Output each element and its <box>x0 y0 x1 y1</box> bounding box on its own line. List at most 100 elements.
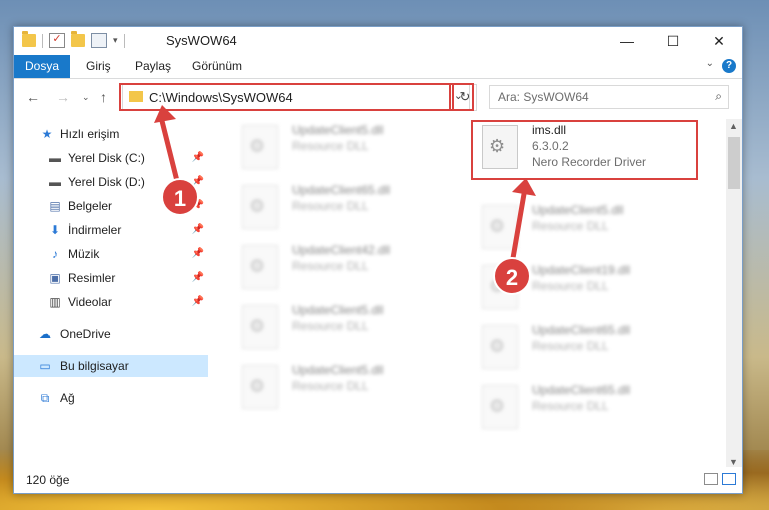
title-bar: ✓ ▾ SysWOW64 — ☐ ✕ <box>14 27 742 55</box>
sidebar-item-onedrive[interactable]: ☁ OneDrive <box>14 323 208 345</box>
video-icon: ▥ <box>49 295 61 309</box>
sidebar-item-label: Videolar <box>68 295 112 309</box>
pin-icon: 📌 <box>191 296 204 307</box>
maximize-button[interactable]: ☐ <box>650 27 696 55</box>
sidebar-item-label: Ağ <box>60 391 75 405</box>
search-input[interactable]: Ara: SysWOW64 ⌕ <box>489 85 729 109</box>
sidebar-item-label: İndirmeler <box>68 223 122 237</box>
sidebar-item-music[interactable]: ♪ Müzik 📌 <box>14 243 208 265</box>
step-2-badge: 2 <box>493 257 531 295</box>
sidebar-item-label: Bu bilgisayar <box>60 359 129 373</box>
separator <box>123 33 125 48</box>
file-type: Resource DLL <box>532 339 609 353</box>
dll-file-icon <box>482 325 518 369</box>
ribbon-tabs: Dosya Giriş Paylaş Görünüm ⌄ ? <box>14 55 742 79</box>
properties-check-icon[interactable]: ✓ <box>49 33 65 48</box>
folder-icon <box>22 31 36 47</box>
file-name: UpdateClient65.dll <box>532 323 631 337</box>
dll-file-icon <box>242 185 278 229</box>
scroll-down-icon[interactable]: ▼ <box>729 457 738 467</box>
dll-file-icon <box>242 125 278 169</box>
dll-file-icon <box>242 305 278 349</box>
file-name: UpdateClient5.dll <box>292 363 384 377</box>
minimize-button[interactable]: — <box>604 27 650 55</box>
refresh-highlight <box>449 83 474 111</box>
tab-home[interactable]: Giriş <box>86 55 111 78</box>
customize-toolbar-icon[interactable] <box>91 33 107 48</box>
star-icon: ★ <box>41 127 53 141</box>
cloud-icon: ☁ <box>39 327 51 341</box>
sidebar-item-label: Yerel Disk (D:) <box>68 175 145 189</box>
file-name: UpdateClient65.dll <box>292 183 391 197</box>
dll-file-icon <box>242 365 278 409</box>
scroll-up-icon[interactable]: ▲ <box>729 121 738 131</box>
ribbon-expand-icon[interactable]: ⌄ <box>706 58 714 69</box>
help-icon[interactable]: ? <box>722 59 736 73</box>
file-name: UpdateClient42.dll <box>292 243 391 257</box>
dll-file-icon <box>242 245 278 289</box>
file-name: UpdateClient65.dll <box>532 383 631 397</box>
sidebar-item-label: Yerel Disk (C:) <box>68 151 145 165</box>
step-1-badge: 1 <box>161 178 199 216</box>
sidebar-item-label: OneDrive <box>60 327 111 341</box>
file-name: UpdateClient5.dll <box>292 303 384 317</box>
status-bar: 120 öğe <box>14 467 742 493</box>
pin-icon: 📌 <box>191 224 204 235</box>
file-item[interactable]: UpdateClient65.dll Resource DLL <box>474 319 704 371</box>
file-type: Resource DLL <box>292 199 369 213</box>
file-item[interactable]: UpdateClient5.dll Resource DLL <box>234 119 464 171</box>
file-name: UpdateClient5.dll <box>292 123 384 137</box>
sidebar-item-videos[interactable]: ▥ Videolar 📌 <box>14 291 208 313</box>
up-arrow-icon[interactable]: ↑ <box>100 89 107 105</box>
file-item[interactable]: UpdateClient42.dll Resource DLL <box>234 239 464 291</box>
item-count: 120 öğe <box>26 473 70 487</box>
file-type: Resource DLL <box>292 319 369 333</box>
large-icons-view-icon[interactable] <box>722 473 736 485</box>
file-highlight <box>471 120 698 180</box>
toolbar-dropdown-icon[interactable]: ▾ <box>113 35 118 46</box>
sidebar-item-label: Hızlı erişim <box>60 127 120 141</box>
music-icon: ♪ <box>52 247 58 261</box>
forward-arrow-icon[interactable]: → <box>56 89 70 105</box>
drive-icon: ▬ <box>49 175 61 189</box>
sidebar-item-pictures[interactable]: ▣ Resimler 📌 <box>14 267 208 289</box>
file-item[interactable]: UpdateClient65.dll Resource DLL <box>234 179 464 231</box>
back-arrow-icon[interactable]: ← <box>26 89 40 105</box>
pin-icon: 📌 <box>191 248 204 259</box>
tab-share[interactable]: Paylaş <box>135 55 171 78</box>
file-type: Resource DLL <box>292 139 369 153</box>
recent-locations-icon[interactable]: ⌄ <box>82 92 90 103</box>
new-folder-icon[interactable] <box>71 31 85 47</box>
file-type: Resource DLL <box>532 399 609 413</box>
tab-view[interactable]: Görünüm <box>192 55 242 78</box>
drive-icon: ▬ <box>49 151 61 165</box>
network-icon: ⧉ <box>40 391 50 405</box>
file-type: Resource DLL <box>532 279 609 293</box>
file-item[interactable]: UpdateClient5.dll Resource DLL <box>234 359 464 411</box>
vertical-scrollbar[interactable]: ▲ ▼ <box>726 119 742 469</box>
file-item[interactable]: UpdateClient65.dll Resource DLL <box>474 379 704 431</box>
quick-access-toolbar: ✓ ▾ <box>22 31 125 48</box>
file-item[interactable]: UpdateClient5.dll Resource DLL <box>234 299 464 351</box>
file-type: Resource DLL <box>292 259 369 273</box>
sidebar-item-network[interactable]: ⧉ Ağ <box>14 387 208 409</box>
tab-file[interactable]: Dosya <box>14 55 70 78</box>
download-icon: ⬇ <box>49 223 61 237</box>
scroll-thumb[interactable] <box>728 137 740 189</box>
sidebar-item-label: Belgeler <box>68 199 113 213</box>
dll-file-icon <box>482 385 518 429</box>
sidebar-item-label: Müzik <box>68 247 100 261</box>
sidebar-item-label: Resimler <box>68 271 116 285</box>
search-icon[interactable]: ⌕ <box>715 89 722 104</box>
pin-icon: 📌 <box>191 272 204 283</box>
sidebar-item-this-pc[interactable]: ▭ Bu bilgisayar <box>14 355 208 377</box>
search-placeholder: Ara: SysWOW64 <box>498 90 589 104</box>
computer-icon: ▭ <box>39 359 51 373</box>
close-button[interactable]: ✕ <box>696 27 742 55</box>
window-title: SysWOW64 <box>166 33 237 48</box>
details-view-icon[interactable] <box>704 473 718 485</box>
file-type: Resource DLL <box>292 379 369 393</box>
pictures-icon: ▣ <box>49 271 61 285</box>
sidebar-item-downloads[interactable]: ⬇ İndirmeler 📌 <box>14 219 208 241</box>
separator <box>42 33 43 48</box>
